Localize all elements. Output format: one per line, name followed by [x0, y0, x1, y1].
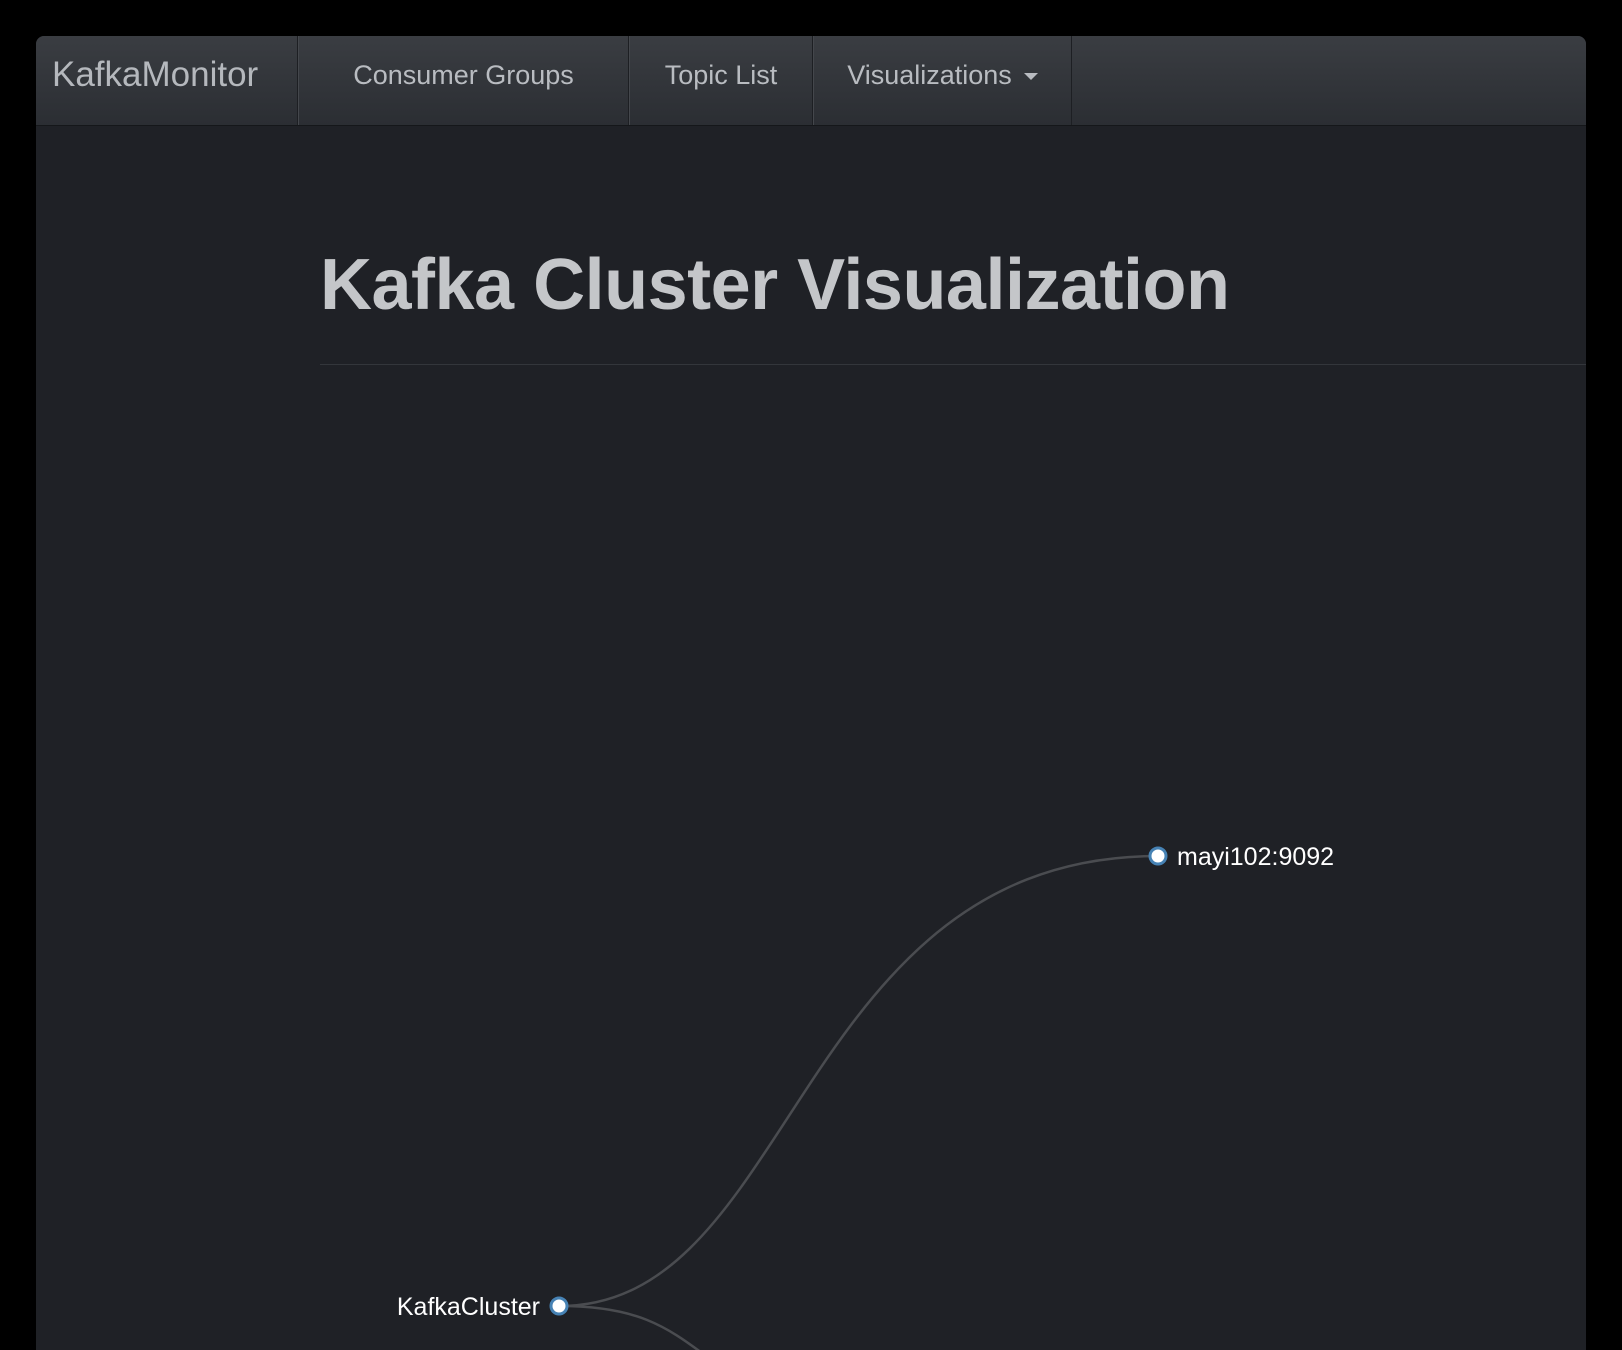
root-node-label: KafkaCluster [397, 1293, 540, 1321]
cluster-tree-visualization: KafkaCluster mayi102:9092 [397, 843, 1334, 1350]
tree-node-root[interactable]: KafkaCluster [397, 1293, 569, 1321]
root-node-circle[interactable] [549, 1296, 569, 1316]
tree-node-broker[interactable]: mayi102:9092 [1148, 843, 1334, 871]
broker-node-label: mayi102:9092 [1177, 843, 1334, 871]
app-window: KafkaMonitor Consumer Groups Topic List … [36, 36, 1586, 1350]
tree-link-root-to-broker [559, 854, 1159, 1308]
broker-node-circle[interactable] [1148, 846, 1168, 866]
tree-link-root-to-offscreen [559, 1304, 701, 1350]
